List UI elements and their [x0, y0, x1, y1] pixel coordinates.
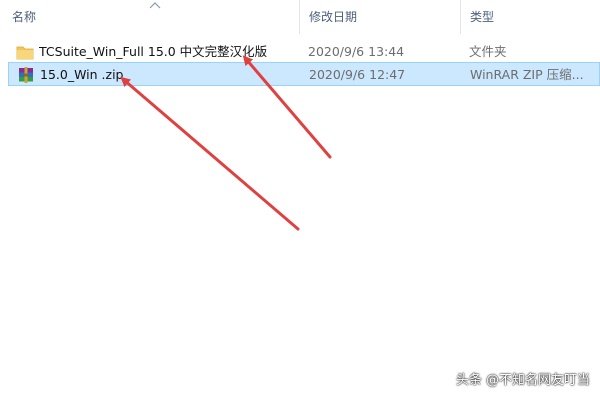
column-header-date-label: 修改日期	[309, 10, 358, 24]
winrar-zip-icon	[19, 67, 33, 83]
file-row-folder[interactable]: TCSuite_Win_Full 15.0 中文完整汉化版 2020/9/6 1…	[8, 40, 600, 64]
file-name: TCSuite_Win_Full 15.0 中文完整汉化版	[39, 44, 268, 59]
file-type: 文件夹	[469, 44, 507, 59]
file-date: 2020/9/6 12:47	[309, 67, 406, 82]
column-header-date[interactable]: 修改日期	[300, 0, 461, 34]
file-date: 2020/9/6 13:44	[308, 44, 405, 59]
file-explorer-window: 名称 修改日期 类型 TCSuite_Win_Full 15.0 中文完整汉化版…	[0, 0, 600, 400]
folder-icon	[16, 46, 34, 60]
file-name: 15.0_Win .zip	[40, 67, 124, 82]
column-header-row: 名称 修改日期 类型	[0, 0, 600, 34]
arrow-to-zip	[120, 76, 300, 231]
file-type: WinRAR ZIP 压缩...	[470, 67, 584, 82]
sort-ascending-icon	[149, 2, 161, 9]
watermark-text: 头条 @不知名网友叮当	[455, 373, 590, 388]
column-header-type-label: 类型	[470, 10, 495, 24]
file-row-zip[interactable]: 15.0_Win .zip 2020/9/6 12:47 WinRAR ZIP …	[8, 62, 600, 86]
column-header-type[interactable]: 类型	[461, 0, 600, 34]
column-header-name-label: 名称	[12, 10, 37, 24]
